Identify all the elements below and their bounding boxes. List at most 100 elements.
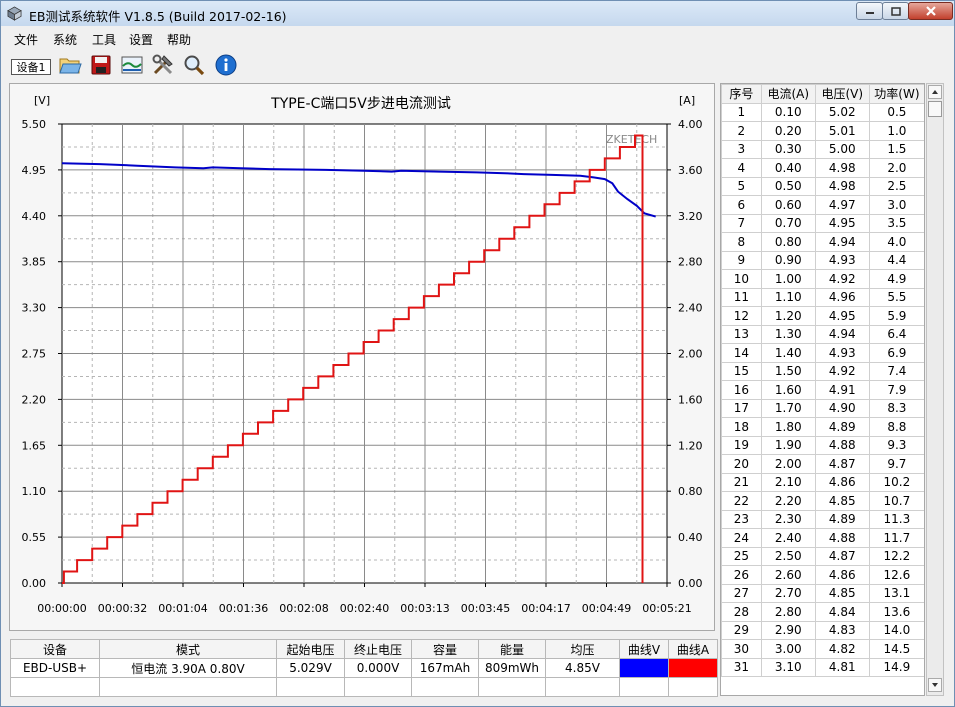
summary-capacity: 167mAh xyxy=(411,658,479,678)
table-row[interactable]: 1 0.10 5.02 0.5 xyxy=(721,102,924,122)
table-cell: 4.85 xyxy=(814,583,870,603)
search-icon[interactable] xyxy=(182,53,206,77)
y-left-tick-label: 0.00 xyxy=(22,577,47,590)
menu-system[interactable]: 系统 xyxy=(53,31,77,48)
table-cell: 1.10 xyxy=(760,287,816,307)
minimize-button[interactable] xyxy=(856,2,883,20)
table-cell: 4.94 xyxy=(814,324,870,344)
table-cell: 10.2 xyxy=(868,472,924,492)
maximize-button[interactable] xyxy=(882,2,909,20)
menu-help[interactable]: 帮助 xyxy=(167,31,191,48)
table-header-cell[interactable]: 序号 xyxy=(721,84,762,104)
device-tab[interactable]: 设备1 xyxy=(11,59,51,75)
table-row[interactable]: 16 1.60 4.91 7.9 xyxy=(721,380,924,400)
table-cell: 11.7 xyxy=(868,528,924,548)
menu-tools[interactable]: 工具 xyxy=(92,31,116,48)
table-row[interactable]: 6 0.60 4.97 3.0 xyxy=(721,195,924,215)
table-cell: 17 xyxy=(721,398,762,418)
table-row[interactable]: 25 2.50 4.87 12.2 xyxy=(721,546,924,566)
menu-file[interactable]: 文件 xyxy=(14,31,38,48)
table-header-cell[interactable]: 电流(A) xyxy=(760,84,816,104)
table-row[interactable]: 11 1.10 4.96 5.5 xyxy=(721,287,924,307)
table-cell: 0.20 xyxy=(760,121,816,141)
table-cell: 1 xyxy=(721,102,762,122)
table-row[interactable]: 23 2.30 4.89 11.3 xyxy=(721,509,924,529)
table-row[interactable]: 7 0.70 4.95 3.5 xyxy=(721,213,924,233)
table-cell: 4.9 xyxy=(868,269,924,289)
y-right-tick-label: 1.20 xyxy=(678,439,703,452)
table-cell: 7.4 xyxy=(868,361,924,381)
maximize-icon xyxy=(890,6,901,16)
table-cell: 4.82 xyxy=(814,639,870,659)
table-row[interactable]: 15 1.50 4.92 7.4 xyxy=(721,361,924,381)
y-left-tick-label: 4.40 xyxy=(22,210,47,223)
table-cell: 4.88 xyxy=(814,528,870,548)
table-cell: 3.10 xyxy=(760,657,816,677)
y-right-tick-label: 0.40 xyxy=(678,531,703,544)
table-row[interactable]: 2 0.20 5.01 1.0 xyxy=(721,121,924,141)
table-cell: 1.5 xyxy=(868,139,924,159)
table-row[interactable]: 31 3.10 4.81 14.9 xyxy=(721,657,924,677)
table-cell: 0.30 xyxy=(760,139,816,159)
table-row[interactable]: 5 0.50 4.98 2.5 xyxy=(721,176,924,196)
y-right-tick-label: 0.80 xyxy=(678,485,703,498)
table-cell: 18 xyxy=(721,417,762,437)
scroll-thumb[interactable] xyxy=(928,101,942,117)
table-row[interactable]: 20 2.00 4.87 9.7 xyxy=(721,454,924,474)
table-row[interactable]: 18 1.80 4.89 8.8 xyxy=(721,417,924,437)
table-cell: 16 xyxy=(721,380,762,400)
table-row[interactable]: 14 1.40 4.93 6.9 xyxy=(721,343,924,363)
y-left-tick-label: 5.50 xyxy=(22,118,47,131)
table-row[interactable]: 22 2.20 4.85 10.7 xyxy=(721,491,924,511)
table-row[interactable]: 4 0.40 4.98 2.0 xyxy=(721,158,924,178)
y-right-tick-label: 3.20 xyxy=(678,210,703,223)
table-row[interactable]: 17 1.70 4.90 8.3 xyxy=(721,398,924,418)
table-cell: 6.4 xyxy=(868,324,924,344)
table-row[interactable]: 28 2.80 4.84 13.6 xyxy=(721,602,924,622)
table-row[interactable]: 30 3.00 4.82 14.5 xyxy=(721,639,924,659)
table-header-cell[interactable]: 功率(W) xyxy=(868,84,924,104)
table-cell: 4.97 xyxy=(814,195,870,215)
scroll-up-button[interactable] xyxy=(928,85,942,99)
table-cell: 2.50 xyxy=(760,546,816,566)
summary-header: 曲线A xyxy=(668,639,718,659)
table-cell: 5.01 xyxy=(814,121,870,141)
table-row[interactable]: 29 2.90 4.83 14.0 xyxy=(721,620,924,640)
summary-header: 终止电压 xyxy=(344,639,412,659)
table-row[interactable]: 24 2.40 4.88 11.7 xyxy=(721,528,924,548)
close-button[interactable] xyxy=(908,2,953,20)
table-row[interactable]: 9 0.90 4.93 4.4 xyxy=(721,250,924,270)
table-row[interactable]: 19 1.90 4.88 9.3 xyxy=(721,435,924,455)
title-bar[interactable]: EB测试系统软件 V1.8.5 (Build 2017-02-16) xyxy=(1,1,954,26)
tools-icon[interactable] xyxy=(151,53,175,77)
table-row[interactable]: 10 1.00 4.92 4.9 xyxy=(721,269,924,289)
table-cell: 1.30 xyxy=(760,324,816,344)
table-row[interactable]: 21 2.10 4.86 10.2 xyxy=(721,472,924,492)
table-cell: 4.96 xyxy=(814,287,870,307)
open-folder-icon[interactable] xyxy=(58,53,82,77)
info-icon[interactable] xyxy=(214,53,238,77)
table-cell: 21 xyxy=(721,472,762,492)
table-scrollbar[interactable] xyxy=(926,83,944,696)
summary-header: 模式 xyxy=(99,639,277,659)
table-cell: 30 xyxy=(721,639,762,659)
table-cell: 3.0 xyxy=(868,195,924,215)
chart-image-icon[interactable] xyxy=(120,53,144,77)
table-row[interactable]: 3 0.30 5.00 1.5 xyxy=(721,139,924,159)
table-row[interactable]: 13 1.30 4.94 6.4 xyxy=(721,324,924,344)
table-cell: 11 xyxy=(721,287,762,307)
table-row[interactable]: 8 0.80 4.94 4.0 xyxy=(721,232,924,252)
table-row[interactable]: 27 2.70 4.85 13.1 xyxy=(721,583,924,603)
y-right-tick-label: 2.80 xyxy=(678,256,703,269)
save-icon[interactable] xyxy=(89,53,113,77)
table-header-cell[interactable]: 电压(V) xyxy=(814,84,870,104)
curve-a-swatch[interactable] xyxy=(668,658,718,678)
table-cell: 13.1 xyxy=(868,583,924,603)
chart-title: TYPE-C端口5V步进电流测试 xyxy=(270,96,451,112)
table-row[interactable]: 12 1.20 4.95 5.9 xyxy=(721,306,924,326)
menu-settings[interactable]: 设置 xyxy=(129,31,153,48)
curve-v-swatch[interactable] xyxy=(619,658,669,678)
scroll-down-button[interactable] xyxy=(928,678,942,692)
table-cell: 14.9 xyxy=(868,657,924,677)
table-row[interactable]: 26 2.60 4.86 12.6 xyxy=(721,565,924,585)
